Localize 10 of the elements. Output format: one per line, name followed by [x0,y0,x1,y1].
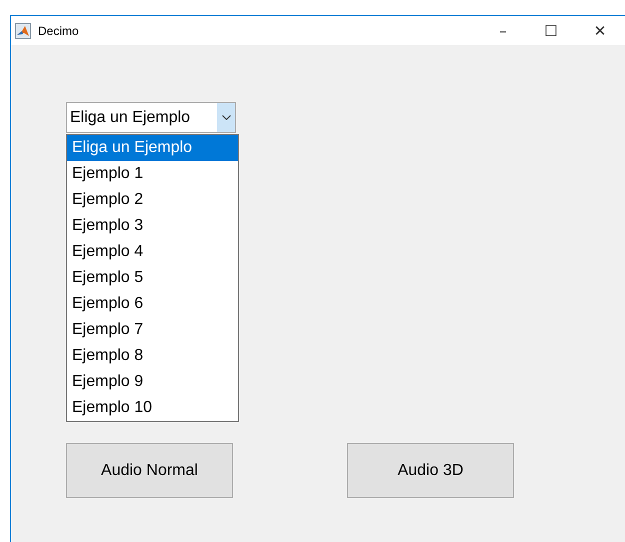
window-title: Decimo [38,24,80,38]
audio-button[interactable]: Audio Normal [66,443,233,498]
minimize-button[interactable]: – [479,16,527,45]
example-dropdown[interactable]: Eliga un Ejemplo [66,102,236,133]
maximize-button[interactable]: ☐ [527,16,575,45]
audio-button[interactable]: Audio 3D [347,443,514,498]
app-icon [15,22,31,38]
close-button[interactable]: ✕ [575,16,625,45]
dropdown-option[interactable]: Eliga un Ejemplo [67,135,238,161]
chevron-down-icon [222,115,230,120]
